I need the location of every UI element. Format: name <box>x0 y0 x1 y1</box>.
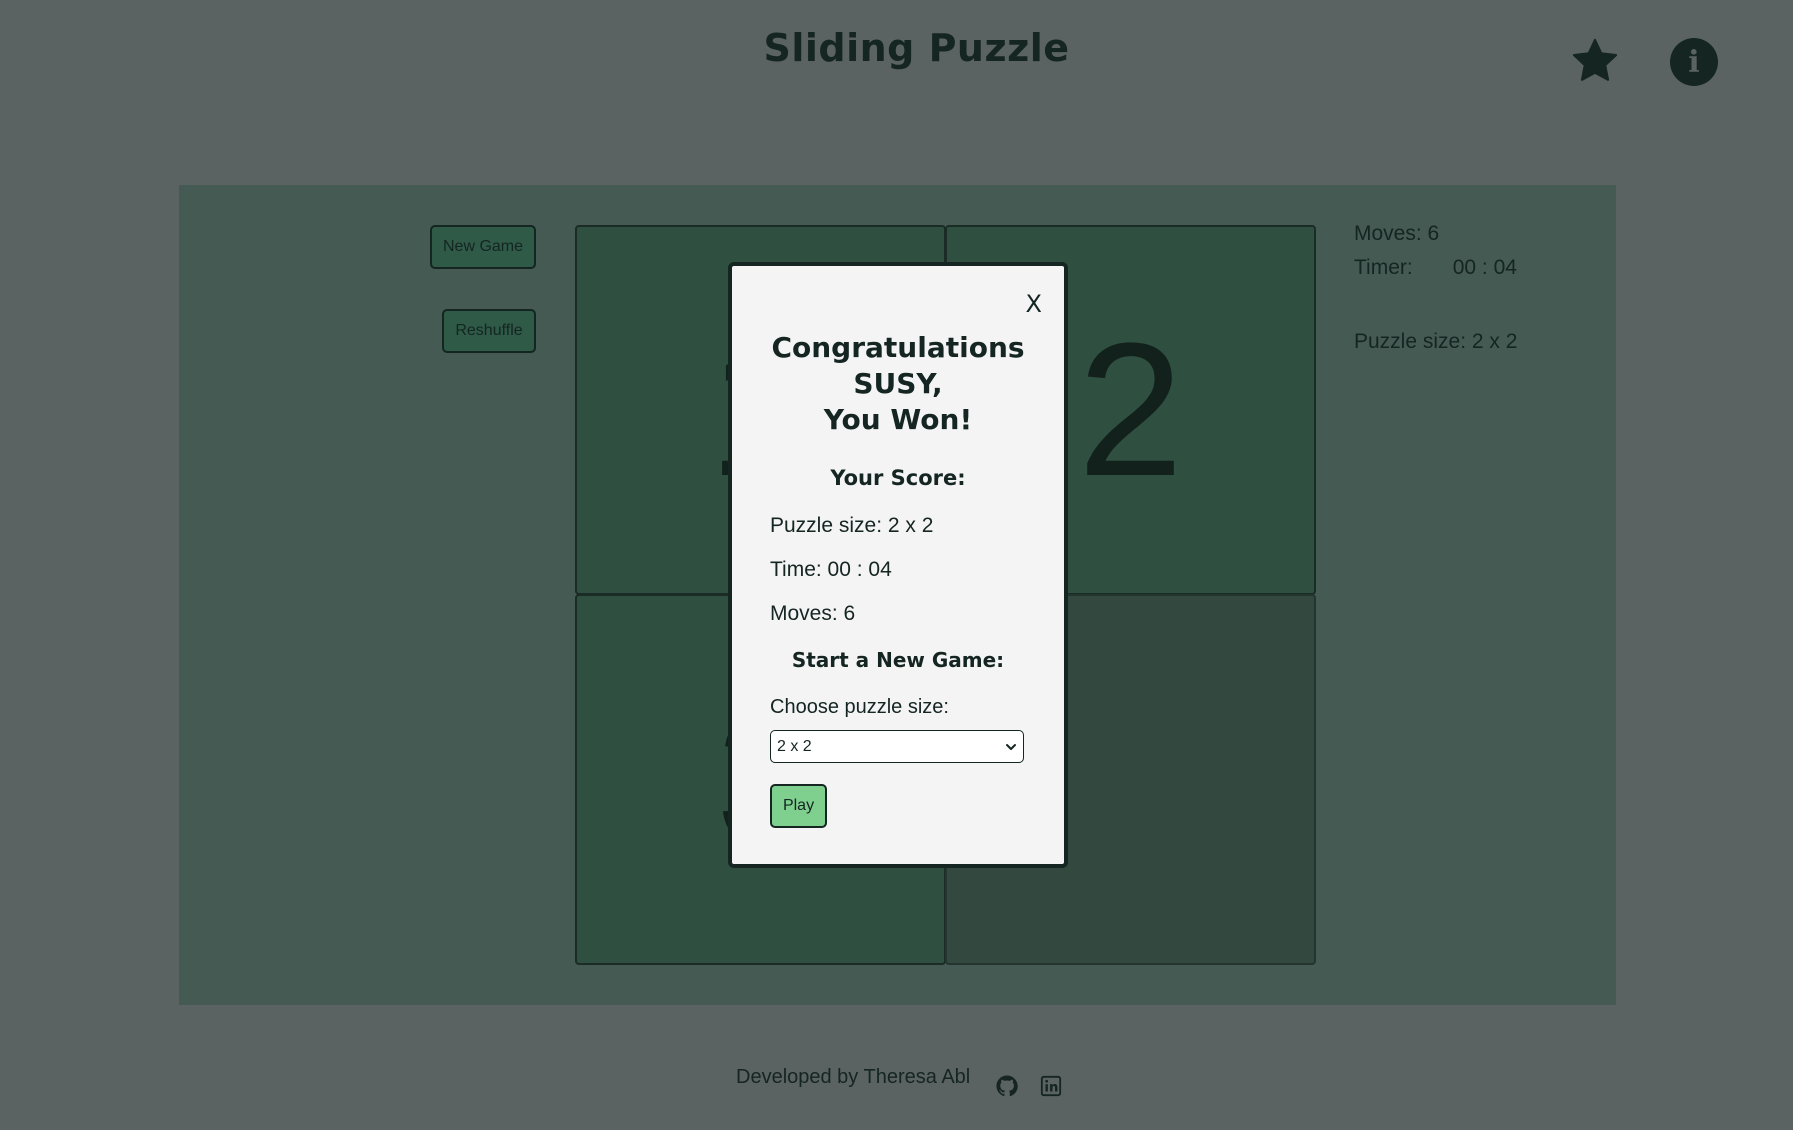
timer-value: 00 : 04 <box>1452 256 1517 279</box>
player-name: SUSY, <box>853 367 943 400</box>
close-button[interactable]: X <box>1026 290 1042 318</box>
win-heading-line: Congratulations <box>771 331 1025 364</box>
linkedin-icon[interactable] <box>1040 1075 1062 1097</box>
tile-number: 2 <box>1077 304 1184 516</box>
github-icon[interactable] <box>996 1075 1018 1097</box>
score-puzzle-size: Puzzle size: 2 x 2 <box>770 514 934 537</box>
moves-count: Moves: 6 <box>1354 222 1440 245</box>
score-moves: Moves: 6 <box>770 602 856 625</box>
timer-label: Timer: <box>1354 256 1413 279</box>
new-game-heading: Start a New Game: <box>791 648 1005 672</box>
page-title: Sliding Puzzle <box>763 26 1070 70</box>
win-heading: Congratulations SUSY, You Won! <box>732 330 1064 438</box>
star-icon <box>1572 38 1618 81</box>
puzzle-size-label: Choose puzzle size: <box>770 696 949 718</box>
reshuffle-button[interactable]: Reshuffle <box>442 309 536 353</box>
score-time: Time: 00 : 04 <box>770 558 892 581</box>
puzzle-size: Puzzle size: 2 x 2 <box>1354 330 1518 353</box>
win-heading-line: You Won! <box>823 403 973 436</box>
info-button[interactable]: i <box>1668 36 1720 88</box>
game-stats: Moves: 6 Timer: 00 : 04 Puzzle size: 2 x… <box>1354 222 1517 364</box>
favorites-button[interactable] <box>1569 36 1621 88</box>
chevron-down-icon <box>1006 743 1016 750</box>
info-glyph: i <box>1688 44 1700 80</box>
new-game-button[interactable]: New Game <box>430 225 536 269</box>
selected-size: 2 x 2 <box>777 737 812 755</box>
score-heading: Your Score: <box>830 466 966 490</box>
footer-credit: Developed by Theresa Abl <box>736 1065 971 1088</box>
puzzle-size-select[interactable]: 2 x 2 <box>770 730 1024 763</box>
play-button[interactable]: Play <box>770 784 827 828</box>
win-dialog: X Congratulations SUSY, You Won! Your Sc… <box>728 262 1068 868</box>
info-icon: i <box>1670 38 1718 86</box>
